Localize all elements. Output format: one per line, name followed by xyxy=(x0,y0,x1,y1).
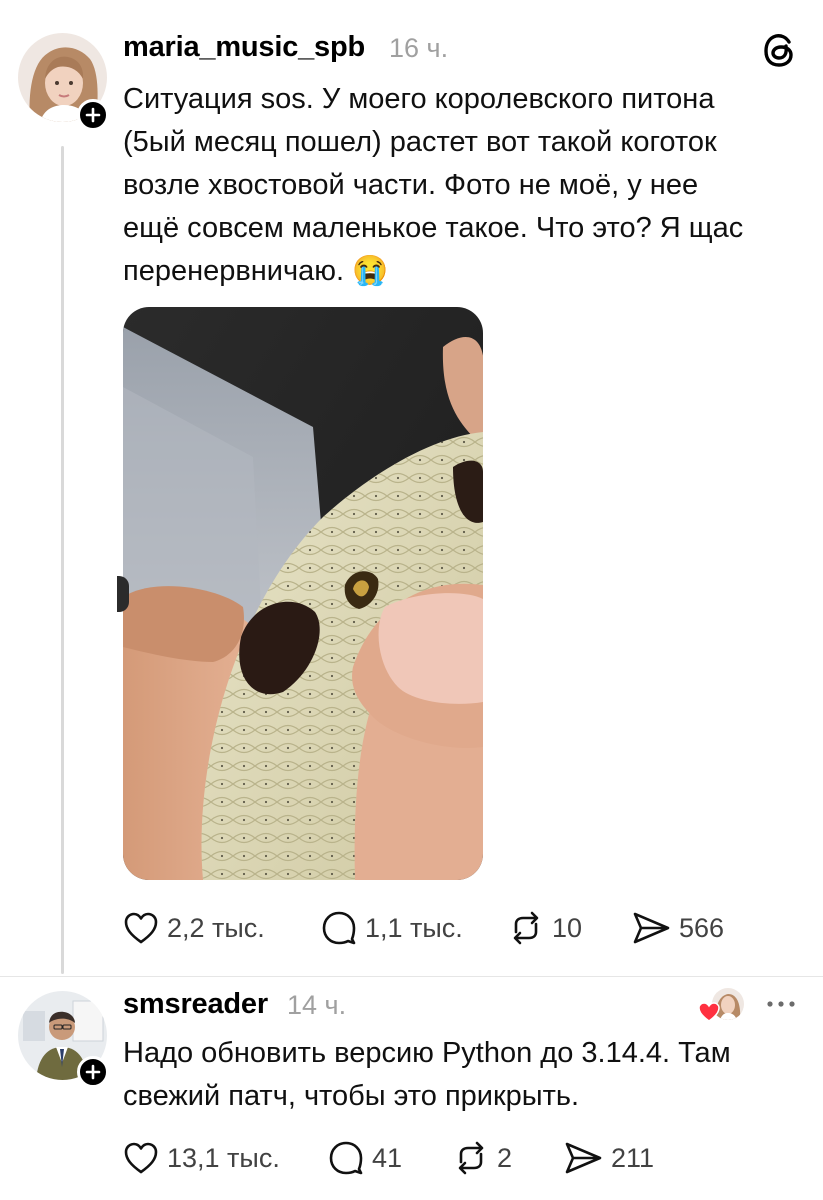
post-maria: maria_music_spb 16 ч. Ситуация sos. У мо… xyxy=(0,0,823,990)
threads-logo-icon[interactable] xyxy=(760,30,800,70)
heart-icon xyxy=(698,1002,720,1022)
comment-count: 41 xyxy=(372,1142,403,1173)
comment-icon xyxy=(329,1141,363,1175)
follow-button[interactable] xyxy=(77,1056,109,1088)
username[interactable]: maria_music_spb xyxy=(123,31,365,64)
thread-line xyxy=(61,146,64,974)
username[interactable]: smsreader xyxy=(123,988,268,1021)
reply-text: Надо обновить версию Python до 3.14.4. Т… xyxy=(123,1037,731,1112)
share-button[interactable]: 566 xyxy=(631,906,724,950)
comment-count: 1,1 тыс. xyxy=(365,912,463,943)
heart-icon xyxy=(124,1142,158,1174)
like-button[interactable]: 13,1 тыс. xyxy=(123,1136,280,1180)
post-actions: 2,2 тыс. 1,1 тыс. 10 566 xyxy=(123,906,763,950)
snake-photo xyxy=(123,307,483,880)
like-count: 13,1 тыс. xyxy=(167,1142,280,1173)
more-options-button[interactable] xyxy=(763,992,799,1016)
repost-count: 2 xyxy=(497,1142,513,1173)
post-text: Ситуация sos. У моего королевского питон… xyxy=(123,78,803,293)
like-button[interactable]: 2,2 тыс. xyxy=(123,906,265,950)
share-button[interactable]: 211 xyxy=(563,1136,654,1180)
carousel-prev-handle[interactable] xyxy=(117,576,129,612)
like-count: 2,2 тыс. xyxy=(167,912,265,943)
share-count: 211 xyxy=(611,1142,655,1173)
post-image[interactable] xyxy=(123,307,483,880)
reply-actions: 13,1 тыс. 41 2 211 xyxy=(123,1136,683,1180)
more-icon xyxy=(767,1001,795,1007)
crying-emoji: 😭 xyxy=(352,255,389,287)
repost-count: 10 xyxy=(552,912,583,943)
share-count: 566 xyxy=(679,912,725,943)
plus-icon xyxy=(85,107,101,123)
liked-by-author xyxy=(696,986,746,1026)
timestamp: 14 ч. xyxy=(287,990,347,1020)
share-icon xyxy=(633,912,670,944)
post-text-content: Ситуация sos. У моего королевского питон… xyxy=(123,83,744,287)
follow-button[interactable] xyxy=(77,99,109,131)
share-icon xyxy=(565,1142,602,1174)
comment-button[interactable]: 41 xyxy=(328,1136,402,1180)
repost-icon xyxy=(513,911,539,945)
heart-icon xyxy=(124,912,158,944)
repost-button[interactable]: 2 xyxy=(453,1136,512,1180)
post-smsreader: smsreader 14 ч. Надо обновить версию Pyt… xyxy=(0,976,823,1200)
comment-icon xyxy=(322,911,356,945)
repost-button[interactable]: 10 xyxy=(508,906,582,950)
repost-icon xyxy=(458,1141,484,1175)
timestamp: 16 ч. xyxy=(389,33,449,63)
plus-icon xyxy=(85,1064,101,1080)
comment-button[interactable]: 1,1 тыс. xyxy=(321,906,463,950)
